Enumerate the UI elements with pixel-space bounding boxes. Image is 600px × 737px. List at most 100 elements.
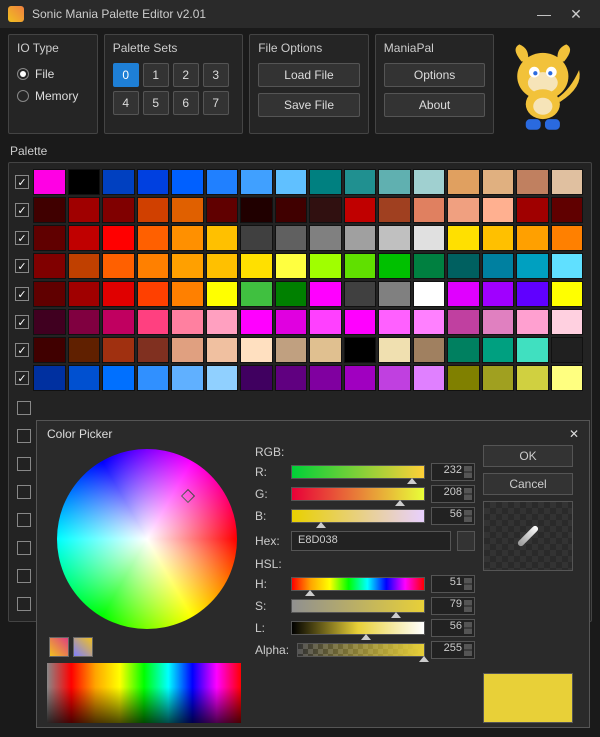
- color-swatch[interactable]: [137, 169, 170, 195]
- s-slider[interactable]: [291, 599, 425, 613]
- color-swatch[interactable]: [447, 225, 480, 251]
- color-swatch[interactable]: [206, 337, 239, 363]
- cancel-button[interactable]: Cancel: [483, 473, 573, 495]
- color-swatch[interactable]: [240, 309, 273, 335]
- color-swatch[interactable]: [309, 197, 342, 223]
- color-swatch[interactable]: [206, 197, 239, 223]
- color-swatch[interactable]: [206, 365, 239, 391]
- color-swatch[interactable]: [378, 281, 411, 307]
- b-slider[interactable]: [291, 509, 425, 523]
- color-swatch[interactable]: [137, 365, 170, 391]
- color-swatch[interactable]: [240, 225, 273, 251]
- color-swatch[interactable]: [413, 337, 446, 363]
- row-checkbox[interactable]: [17, 541, 31, 555]
- color-swatch[interactable]: [378, 169, 411, 195]
- row-checkbox[interactable]: [17, 457, 31, 471]
- palette-set-2[interactable]: 2: [173, 63, 199, 87]
- color-swatch[interactable]: [171, 253, 204, 279]
- color-swatch[interactable]: [240, 365, 273, 391]
- color-swatch[interactable]: [102, 365, 135, 391]
- row-checkbox[interactable]: [17, 485, 31, 499]
- l-slider[interactable]: [291, 621, 425, 635]
- color-swatch[interactable]: [137, 309, 170, 335]
- color-swatch[interactable]: [516, 225, 549, 251]
- color-swatch[interactable]: [482, 253, 515, 279]
- color-spectrum[interactable]: [47, 663, 241, 723]
- palette-set-3[interactable]: 3: [203, 63, 229, 87]
- about-button[interactable]: About: [384, 93, 486, 117]
- color-swatch[interactable]: [68, 169, 101, 195]
- color-swatch[interactable]: [68, 337, 101, 363]
- close-button[interactable]: ✕: [560, 6, 592, 23]
- row-checkbox[interactable]: [17, 597, 31, 611]
- b-input[interactable]: 56: [431, 507, 475, 525]
- color-swatch[interactable]: [378, 225, 411, 251]
- color-swatch[interactable]: [33, 281, 66, 307]
- color-swatch[interactable]: [344, 197, 377, 223]
- color-swatch[interactable]: [551, 253, 584, 279]
- color-swatch[interactable]: [102, 169, 135, 195]
- color-swatch[interactable]: [447, 197, 480, 223]
- color-swatch[interactable]: [344, 169, 377, 195]
- color-swatch[interactable]: [33, 337, 66, 363]
- palette-set-4[interactable]: 4: [113, 91, 139, 115]
- color-swatch[interactable]: [309, 169, 342, 195]
- palette-tool-1[interactable]: [49, 637, 69, 657]
- io-memory-radio[interactable]: Memory: [17, 85, 89, 107]
- h-slider[interactable]: [291, 577, 425, 591]
- color-swatch[interactable]: [33, 253, 66, 279]
- color-swatch[interactable]: [68, 365, 101, 391]
- color-picker-close[interactable]: ✕: [569, 427, 579, 441]
- r-input[interactable]: 232: [431, 463, 475, 481]
- color-swatch[interactable]: [171, 169, 204, 195]
- palette-set-1[interactable]: 1: [143, 63, 169, 87]
- alpha-input[interactable]: 255: [431, 641, 475, 659]
- color-swatch[interactable]: [33, 309, 66, 335]
- h-input[interactable]: 51: [431, 575, 475, 593]
- color-swatch[interactable]: [240, 337, 273, 363]
- color-swatch[interactable]: [309, 309, 342, 335]
- color-swatch[interactable]: [275, 253, 308, 279]
- r-slider[interactable]: [291, 465, 425, 479]
- color-swatch[interactable]: [275, 281, 308, 307]
- ok-button[interactable]: OK: [483, 445, 573, 467]
- color-swatch[interactable]: [413, 309, 446, 335]
- color-swatch[interactable]: [102, 337, 135, 363]
- color-swatch[interactable]: [413, 169, 446, 195]
- color-swatch[interactable]: [516, 281, 549, 307]
- color-swatch[interactable]: [275, 337, 308, 363]
- color-swatch[interactable]: [68, 225, 101, 251]
- eyedropper-preview[interactable]: [483, 501, 573, 571]
- g-slider[interactable]: [291, 487, 425, 501]
- color-swatch[interactable]: [482, 337, 515, 363]
- row-checkbox[interactable]: [15, 231, 29, 245]
- palette-set-0[interactable]: 0: [113, 63, 139, 87]
- save-file-button[interactable]: Save File: [258, 93, 360, 117]
- color-swatch[interactable]: [137, 197, 170, 223]
- color-swatch[interactable]: [378, 309, 411, 335]
- color-swatch[interactable]: [413, 197, 446, 223]
- color-swatch[interactable]: [482, 281, 515, 307]
- row-checkbox[interactable]: [15, 315, 29, 329]
- color-swatch[interactable]: [551, 197, 584, 223]
- color-swatch[interactable]: [516, 169, 549, 195]
- color-swatch[interactable]: [447, 253, 480, 279]
- row-checkbox[interactable]: [15, 371, 29, 385]
- color-swatch[interactable]: [68, 281, 101, 307]
- color-swatch[interactable]: [206, 169, 239, 195]
- row-checkbox[interactable]: [17, 513, 31, 527]
- color-swatch[interactable]: [206, 281, 239, 307]
- row-checkbox[interactable]: [17, 429, 31, 443]
- color-wheel[interactable]: [57, 449, 237, 629]
- color-swatch[interactable]: [413, 253, 446, 279]
- color-swatch[interactable]: [240, 197, 273, 223]
- palette-set-5[interactable]: 5: [143, 91, 169, 115]
- color-swatch[interactable]: [68, 197, 101, 223]
- color-swatch[interactable]: [102, 225, 135, 251]
- palette-set-7[interactable]: 7: [203, 91, 229, 115]
- color-swatch[interactable]: [309, 337, 342, 363]
- color-swatch[interactable]: [102, 253, 135, 279]
- color-swatch[interactable]: [516, 309, 549, 335]
- color-swatch[interactable]: [309, 365, 342, 391]
- color-swatch[interactable]: [413, 365, 446, 391]
